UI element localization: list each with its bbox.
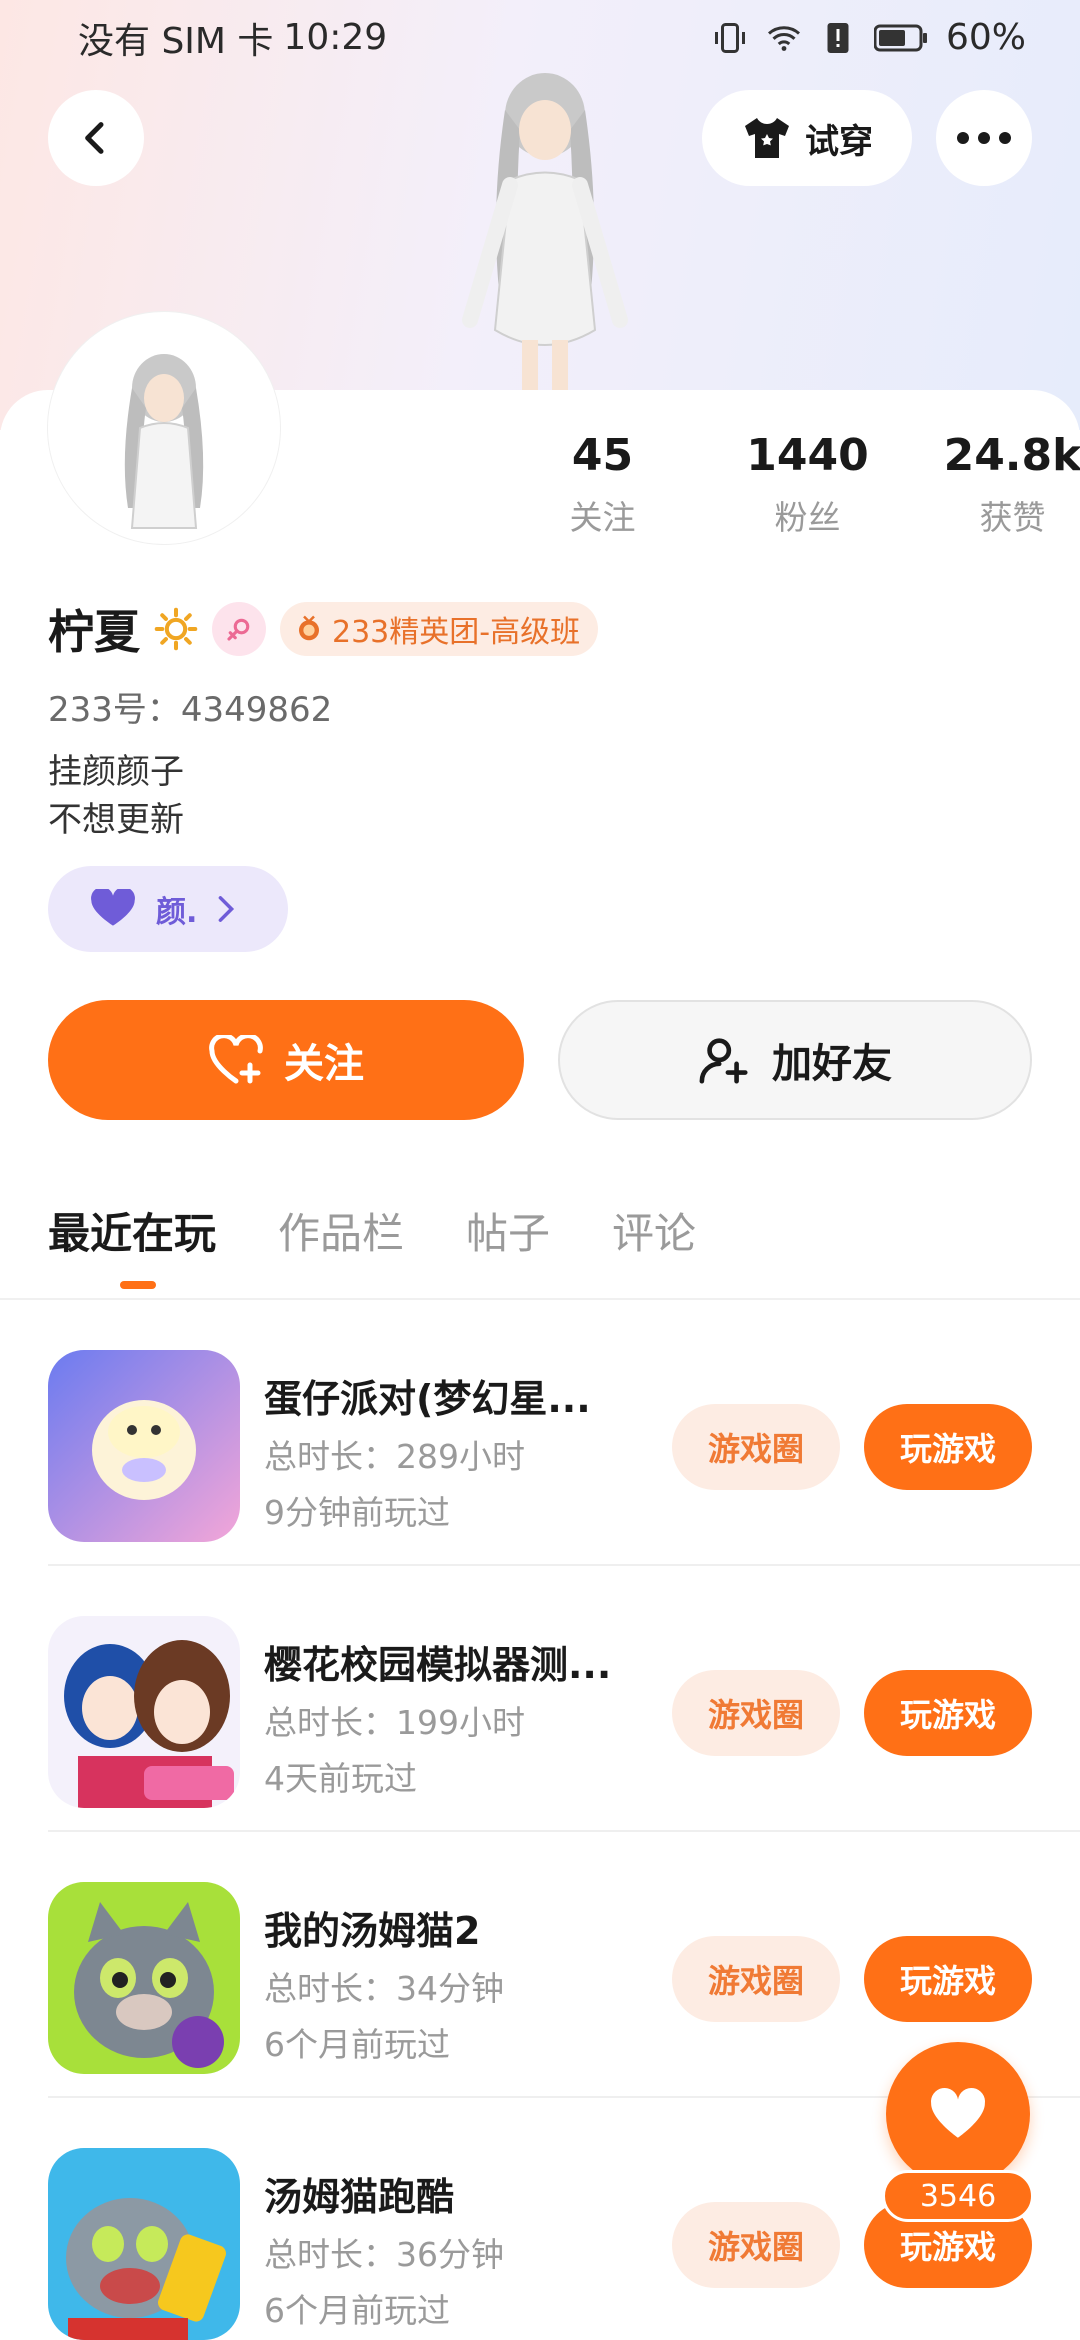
following-stat[interactable]: 45 关注 bbox=[500, 430, 705, 539]
game-title: 樱花校园模拟器测... bbox=[264, 1643, 612, 1687]
clock: 10:29 bbox=[283, 17, 388, 58]
tab-comments[interactable]: 评论 bbox=[612, 1200, 696, 1261]
battery-icon bbox=[873, 24, 927, 51]
list-item[interactable]: 樱花校园模拟器测... 总时长：199小时 4天前玩过 游戏圈 玩游戏 bbox=[0, 1566, 1080, 1832]
avatar-image bbox=[54, 318, 274, 538]
play-game-button[interactable]: 玩游戏 bbox=[864, 1670, 1032, 1756]
followers-stat[interactable]: 1440 粉丝 bbox=[705, 430, 910, 539]
tab-works[interactable]: 作品栏 bbox=[278, 1200, 404, 1261]
following-count: 45 bbox=[571, 430, 634, 481]
heart-plus-icon bbox=[209, 1035, 263, 1084]
game-duration: 总时长：36分钟 bbox=[264, 2235, 504, 2274]
game-circle-button[interactable]: 游戏圈 bbox=[672, 1670, 840, 1756]
game-title: 汤姆猫跑酷 bbox=[264, 2175, 455, 2219]
class-badge-label: 233精英团-高级班 bbox=[332, 615, 581, 650]
game-icon-my-talking-tom-2 bbox=[48, 1882, 240, 2074]
sim-alert-icon bbox=[827, 22, 849, 53]
profile-stats: 45 关注 1440 粉丝 24.8k 获赞 bbox=[500, 430, 1080, 539]
likes-stat[interactable]: 24.8k 获赞 bbox=[910, 430, 1080, 539]
game-icon-eggy-party bbox=[48, 1350, 240, 1542]
sun-level-icon bbox=[154, 607, 198, 651]
wifi-icon bbox=[767, 25, 800, 51]
game-circle-button[interactable]: 游戏圈 bbox=[672, 1404, 840, 1490]
avatar-figure-illustration bbox=[462, 73, 628, 400]
name-row: 柠夏 233精英团-高级班 bbox=[48, 596, 599, 662]
more-options-button[interactable] bbox=[936, 90, 1032, 186]
back-button[interactable] bbox=[48, 90, 144, 186]
profile-tabs: 最近在玩 作品栏 帖子 评论 bbox=[48, 1200, 696, 1289]
followers-label: 粉丝 bbox=[774, 498, 841, 537]
status-bar: 没有 SIM 卡 10:29 60% bbox=[0, 0, 1080, 75]
game-icon-sakura-school bbox=[48, 1616, 240, 1808]
game-last-played: 4天前玩过 bbox=[264, 1759, 417, 1798]
heart-icon bbox=[930, 2088, 986, 2138]
active-tab-indicator bbox=[120, 1281, 156, 1289]
follow-label: 关注 bbox=[284, 1041, 364, 1087]
status-right: 60% bbox=[712, 17, 1026, 58]
bio-line: 不想更新 bbox=[48, 800, 184, 840]
add-friend-button[interactable]: 加好友 bbox=[558, 1000, 1032, 1120]
game-title: 我的汤姆猫2 bbox=[264, 1909, 481, 1953]
game-duration: 总时长：289小时 bbox=[264, 1437, 525, 1476]
likes-label: 获赞 bbox=[979, 498, 1046, 537]
carrier-text: 没有 SIM 卡 bbox=[78, 20, 274, 62]
game-last-played: 9分钟前玩过 bbox=[264, 1493, 450, 1532]
vibrate-icon bbox=[714, 22, 745, 53]
follow-button[interactable]: 关注 bbox=[48, 1000, 524, 1120]
tab-label: 最近在玩 bbox=[48, 1209, 217, 1258]
try-on-button[interactable]: 试穿 bbox=[702, 90, 912, 186]
game-duration: 总时长：199小时 bbox=[264, 1703, 525, 1742]
game-circle-button[interactable]: 游戏圈 bbox=[672, 1936, 840, 2022]
heart-icon bbox=[91, 889, 135, 926]
status-left: 没有 SIM 卡 10:29 bbox=[78, 12, 387, 64]
interest-tag-pill[interactable]: 颜. bbox=[48, 866, 288, 952]
interest-tag-label: 颜. bbox=[156, 895, 198, 930]
more-dots-icon bbox=[957, 132, 1011, 144]
list-item[interactable]: 蛋仔派对(梦幻星... 总时长：289小时 9分钟前玩过 游戏圈 玩游戏 bbox=[0, 1300, 1080, 1566]
battery-percent: 60% bbox=[945, 17, 1026, 58]
followers-count: 1440 bbox=[746, 430, 869, 481]
game-last-played: 6个月前玩过 bbox=[264, 2291, 450, 2330]
chevron-left-icon bbox=[85, 122, 104, 154]
try-on-label: 试穿 bbox=[805, 121, 873, 162]
game-title: 蛋仔派对(梦幻星... bbox=[264, 1377, 591, 1421]
user-name: 柠夏 bbox=[48, 605, 140, 659]
game-circle-button[interactable]: 游戏圈 bbox=[672, 2202, 840, 2288]
account-id: 233号：4349862 bbox=[48, 690, 333, 730]
game-duration: 总时长：34分钟 bbox=[264, 1969, 504, 2008]
game-icon-talking-tom-gold-run bbox=[48, 2148, 240, 2340]
tab-posts[interactable]: 帖子 bbox=[466, 1200, 550, 1261]
floating-like-button[interactable] bbox=[886, 2042, 1030, 2186]
avatar[interactable] bbox=[48, 312, 280, 544]
female-icon bbox=[227, 618, 250, 641]
medal-icon bbox=[299, 615, 319, 641]
like-count-badge: 3546 bbox=[882, 2170, 1034, 2222]
following-label: 关注 bbox=[569, 498, 636, 537]
bio: 挂颜颜子 不想更新 bbox=[48, 748, 184, 844]
tab-recently-played[interactable]: 最近在玩 bbox=[48, 1200, 217, 1289]
bio-line: 挂颜颜子 bbox=[48, 752, 184, 792]
class-badge[interactable]: 233精英团-高级班 bbox=[280, 602, 599, 656]
play-game-button[interactable]: 玩游戏 bbox=[864, 1404, 1032, 1490]
add-friend-label: 加好友 bbox=[772, 1041, 892, 1087]
gender-badge bbox=[212, 602, 266, 656]
likes-count: 24.8k bbox=[943, 430, 1080, 481]
tshirt-icon bbox=[745, 118, 789, 158]
play-game-button[interactable]: 玩游戏 bbox=[864, 1936, 1032, 2022]
game-last-played: 6个月前玩过 bbox=[264, 2025, 450, 2064]
add-person-icon bbox=[699, 1038, 748, 1084]
chevron-right-icon bbox=[219, 896, 235, 922]
